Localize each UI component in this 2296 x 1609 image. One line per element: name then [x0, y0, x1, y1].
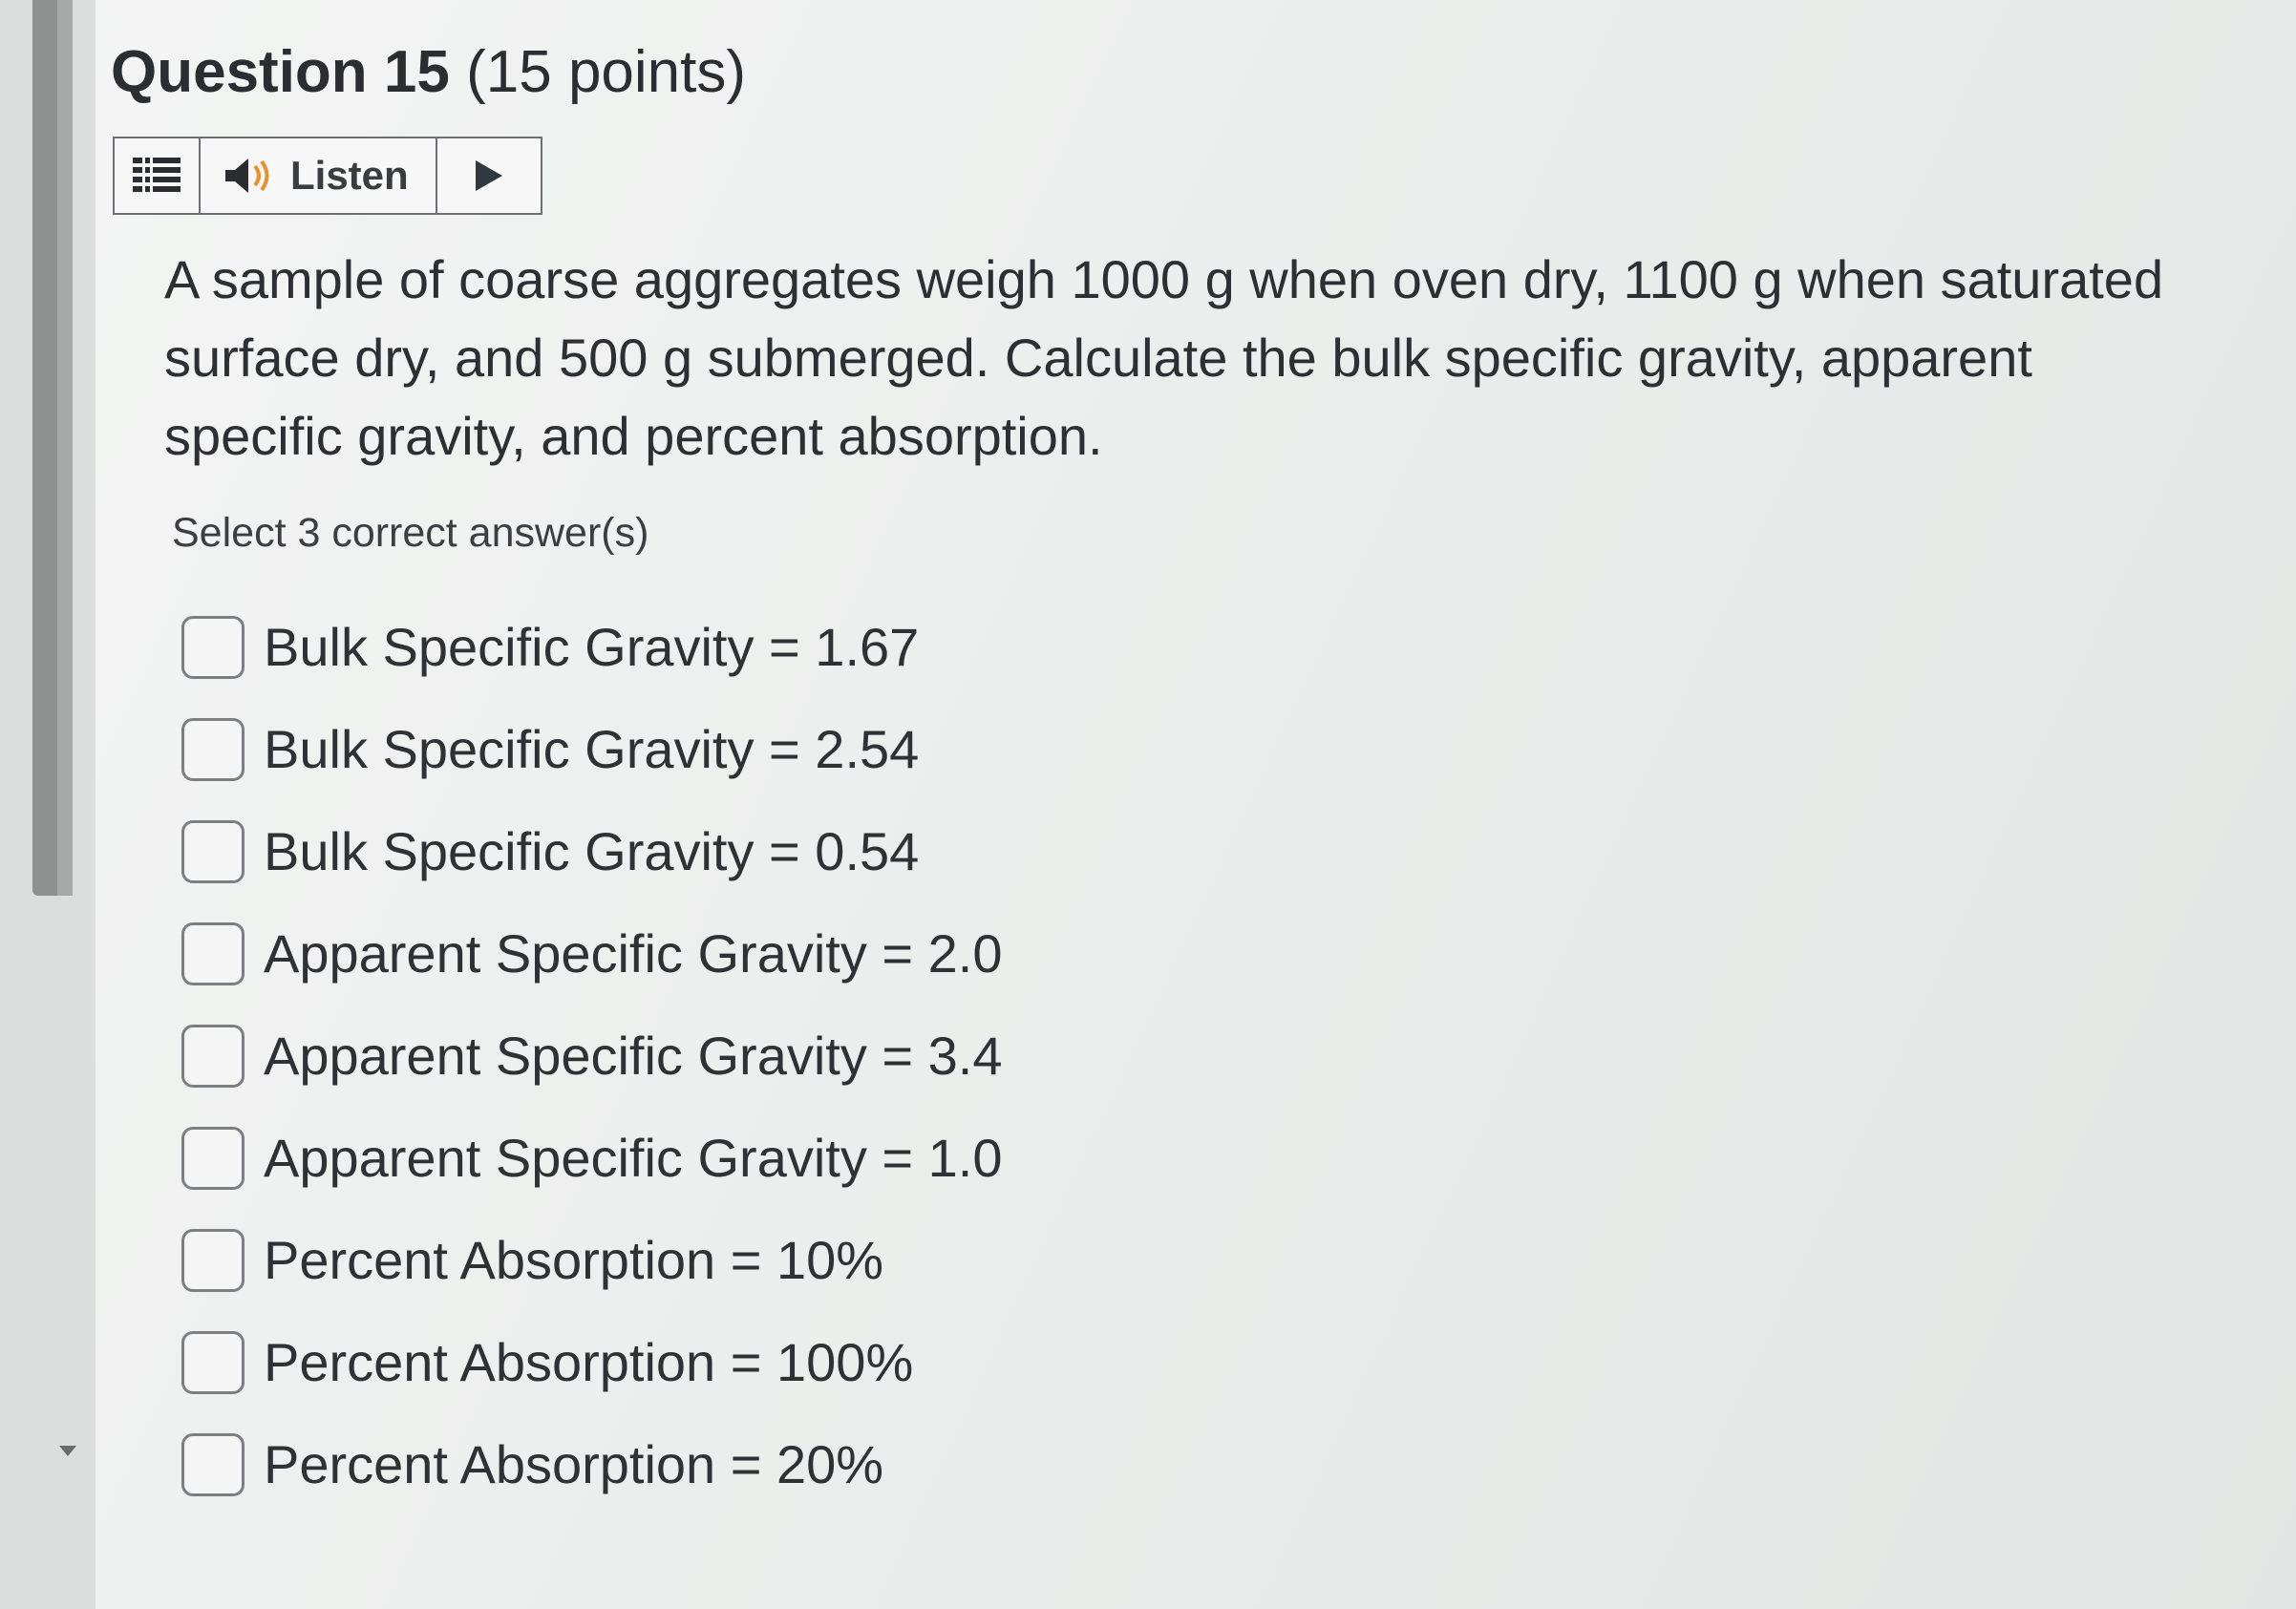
question-prompt: A sample of coarse aggregates weigh 1000…	[164, 249, 2164, 466]
question-title: Question 15	[111, 39, 450, 105]
answer-label: Apparent Specific Gravity = 1.0	[264, 1128, 1003, 1188]
listen-menu-button[interactable]	[115, 138, 201, 213]
question-header: Question 15 (15 points)	[111, 34, 746, 111]
answer-checkbox[interactable]	[181, 819, 244, 883]
answer-option[interactable]: Bulk Specific Gravity = 0.54	[181, 800, 1519, 902]
answer-option[interactable]: Bulk Specific Gravity = 2.54	[181, 698, 1519, 800]
answer-option[interactable]: Apparent Specific Gravity = 1.0	[181, 1107, 1519, 1209]
answer-option[interactable]: Percent Absorption = 20%	[181, 1413, 1519, 1515]
answer-label: Percent Absorption = 100%	[264, 1332, 914, 1392]
speaker-icon	[225, 159, 269, 193]
answer-label: Bulk Specific Gravity = 1.67	[264, 617, 920, 677]
answer-checkbox[interactable]	[181, 615, 244, 679]
answer-checkbox[interactable]	[181, 1126, 244, 1190]
answer-option[interactable]: Percent Absorption = 10%	[181, 1209, 1519, 1311]
answer-option[interactable]: Bulk Specific Gravity = 1.67	[181, 596, 1519, 698]
left-rail	[0, 0, 96, 1609]
answer-instruction: Select 3 correct answer(s)	[172, 510, 649, 556]
menu-icon	[133, 158, 181, 192]
answer-label: Percent Absorption = 10%	[264, 1230, 884, 1290]
scroll-down-arrow-icon[interactable]	[59, 1446, 76, 1456]
answer-checkbox[interactable]	[181, 1024, 244, 1088]
answer-label: Apparent Specific Gravity = 3.4	[264, 1026, 1003, 1086]
question-points: (15 points)	[466, 39, 747, 105]
listen-toolbar: Listen	[113, 137, 542, 215]
scrollbar-thumb-edge	[57, 0, 73, 896]
answer-label: Apparent Specific Gravity = 2.0	[264, 923, 1003, 984]
listen-button[interactable]: Listen	[201, 138, 437, 213]
answer-checkbox[interactable]	[181, 921, 244, 985]
answer-option[interactable]: Percent Absorption = 100%	[181, 1311, 1519, 1413]
answer-label: Bulk Specific Gravity = 0.54	[264, 821, 920, 881]
answer-label: Percent Absorption = 20%	[264, 1434, 884, 1494]
answer-options: Bulk Specific Gravity = 1.67 Bulk Specif…	[181, 596, 1519, 1515]
answer-checkbox[interactable]	[181, 1228, 244, 1292]
answer-label: Bulk Specific Gravity = 2.54	[264, 719, 920, 779]
answer-checkbox[interactable]	[181, 717, 244, 781]
answer-option[interactable]: Apparent Specific Gravity = 2.0	[181, 902, 1519, 1005]
answer-checkbox[interactable]	[181, 1432, 244, 1496]
play-button[interactable]	[437, 138, 541, 213]
answer-option[interactable]: Apparent Specific Gravity = 3.4	[181, 1005, 1519, 1107]
listen-label: Listen	[290, 153, 409, 198]
answer-checkbox[interactable]	[181, 1330, 244, 1394]
play-icon	[476, 160, 502, 191]
